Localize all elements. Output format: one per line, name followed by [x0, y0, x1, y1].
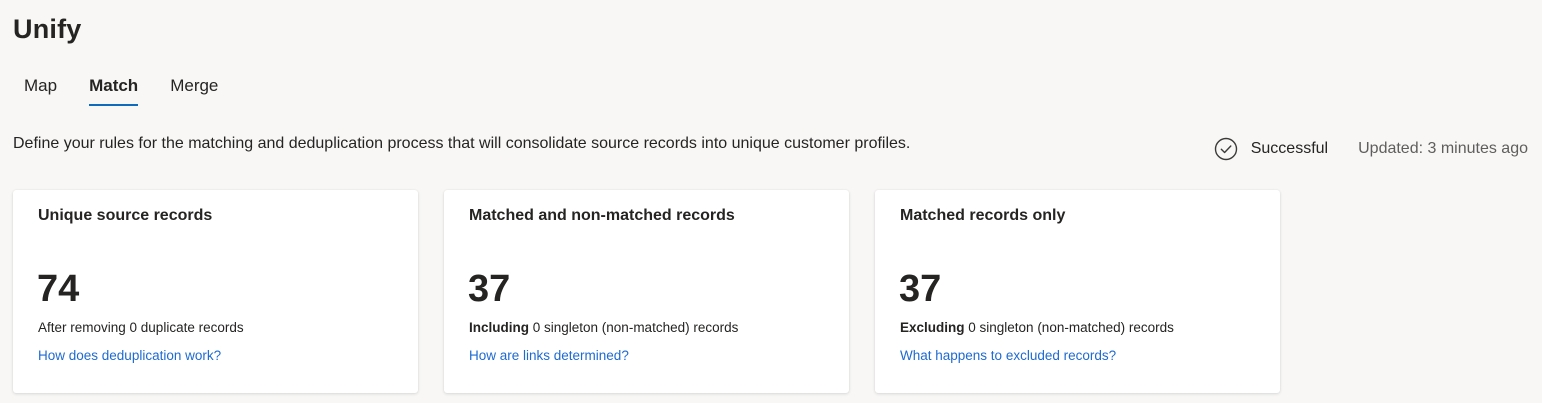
card-matched-records-only: Matched records only 37 Excluding 0 sing… — [875, 190, 1280, 393]
card-value: 37 — [899, 268, 942, 310]
tab-match[interactable]: Match — [77, 74, 150, 106]
summary-cards: Unique source records 74 After removing … — [13, 190, 1306, 393]
page-description: Define your rules for the matching and d… — [13, 135, 911, 152]
card-title: Unique source records — [38, 207, 213, 224]
card-description-text: After removing 0 duplicate records — [38, 320, 244, 335]
card-description: Including 0 singleton (non-matched) reco… — [469, 320, 738, 335]
tab-merge[interactable]: Merge — [158, 74, 230, 106]
page-title: Unify — [13, 14, 82, 44]
check-circle-icon — [1214, 137, 1237, 161]
card-value: 74 — [37, 268, 80, 310]
card-description: After removing 0 duplicate records — [38, 320, 244, 335]
deduplication-help-link[interactable]: How does deduplication work? — [38, 348, 221, 363]
status-area: Successful Updated: 3 minutes ago — [1214, 137, 1528, 161]
card-description-text: 0 singleton (non-matched) records — [964, 320, 1174, 335]
card-description-bold: Excluding — [900, 320, 965, 335]
card-unique-source-records: Unique source records 74 After removing … — [13, 190, 418, 393]
updated-timestamp: Updated: 3 minutes ago — [1358, 140, 1528, 157]
card-value: 37 — [468, 268, 511, 310]
tab-bar: Map Match Merge — [12, 74, 238, 106]
card-title: Matched records only — [900, 207, 1066, 224]
card-description-text: 0 singleton (non-matched) records — [529, 320, 739, 335]
card-title: Matched and non-matched records — [469, 207, 735, 224]
status-text: Successful — [1250, 140, 1329, 157]
card-matched-and-non-matched: Matched and non-matched records 37 Inclu… — [444, 190, 849, 393]
excluded-records-help-link[interactable]: What happens to excluded records? — [900, 348, 1116, 363]
links-help-link[interactable]: How are links determined? — [469, 348, 629, 363]
card-description: Excluding 0 singleton (non-matched) reco… — [900, 320, 1174, 335]
card-description-bold: Including — [469, 320, 529, 335]
tab-map[interactable]: Map — [12, 74, 69, 106]
